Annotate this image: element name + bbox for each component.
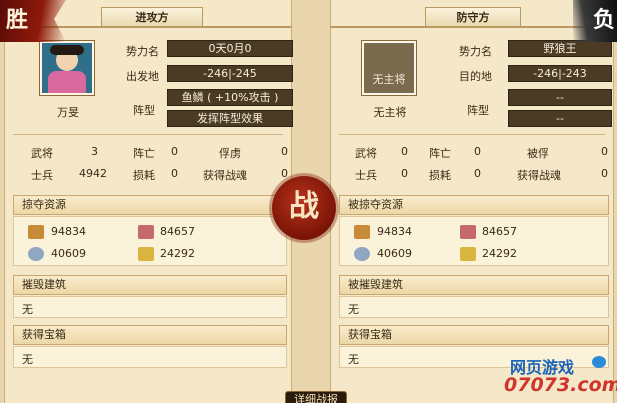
attacker-grain-value: 24292 (160, 247, 195, 260)
battle-seal-icon: 战 (272, 176, 336, 240)
attacker-buildings-header: 摧毁建筑 (13, 275, 287, 295)
attacker-captured-label: 俘虏 (219, 147, 241, 160)
attacker-loss-value: 0 (171, 167, 178, 180)
attacker-wood-value: 94834 (51, 225, 86, 238)
watermark-bottom-text: 07073.com (504, 374, 617, 396)
attacker-chests-header: 获得宝箱 (13, 325, 287, 345)
attacker-buildings-box: 无 (13, 296, 287, 318)
attacker-origin-value: -246|-245 (167, 65, 293, 82)
defender-captured-value: 0 (601, 145, 608, 158)
defender-target-value: -246|-243 (508, 65, 612, 82)
attacker-loss-label: 损耗 (133, 169, 155, 182)
attacker-formation-value: 鱼鳞 ( +10%攻击 ) (167, 89, 293, 106)
stone-icon (138, 225, 154, 239)
attacker-resources-header: 掠夺资源 (13, 195, 287, 215)
defender-portrait[interactable]: 无主将 (361, 40, 417, 96)
attacker-faction-value: 0天0月0 (167, 40, 293, 57)
defender-panel: 防守方 无主将 无主将 势力名 野狼王 目的地 -246|-243 阵型 -- … (330, 0, 614, 403)
attacker-generals-value: 3 (91, 145, 98, 158)
defender-soldiers-label: 士兵 (355, 169, 377, 182)
attacker-panel: 进攻方 万旻 势力名 0天0月0 出发地 -246|-245 阵型 鱼鳞 ( +… (4, 0, 293, 403)
defender-formation-value-2: -- (508, 110, 612, 127)
attacker-dead-value: 0 (171, 145, 178, 158)
defender-grain-value: 24292 (482, 247, 517, 260)
attacker-stone-value: 84657 (160, 225, 195, 238)
defender-target-label: 目的地 (459, 70, 492, 83)
defender-loss-value: 0 (474, 167, 481, 180)
attacker-captured-value: 0 (281, 145, 288, 158)
defender-portrait-caption: 无主将 (372, 73, 406, 86)
defender-general-name: 无主将 (373, 106, 407, 119)
attacker-resources-box: 94834 84657 40609 24292 (13, 216, 287, 266)
wood-icon (28, 225, 44, 239)
attacker-divider (13, 134, 283, 135)
defender-faction-label: 势力名 (459, 45, 492, 58)
attacker-formation-label: 阵型 (133, 104, 155, 117)
attacker-chests-box: 无 (13, 346, 287, 368)
attacker-iron-value: 40609 (51, 247, 86, 260)
attacker-general-name: 万旻 (57, 106, 79, 119)
formation-effect-button[interactable]: 发挥阵型效果 (167, 110, 293, 127)
defender-buildings-header: 被摧毁建筑 (339, 275, 609, 295)
defender-buildings-value: 无 (348, 303, 359, 316)
mascot-icon (592, 356, 606, 368)
defender-souls-label: 获得战魂 (517, 169, 561, 182)
defender-buildings-box: 无 (339, 296, 609, 318)
attacker-generals-label: 武将 (31, 147, 53, 160)
defender-divider (339, 134, 605, 135)
detailed-report-button[interactable]: 详细战报 (285, 391, 347, 403)
iron-icon (354, 247, 370, 261)
attacker-buildings-value: 无 (22, 303, 33, 316)
defender-chests-header: 获得宝箱 (339, 325, 609, 345)
stone-icon (460, 225, 476, 239)
attacker-chests-value: 无 (22, 353, 33, 366)
attacker-soldiers-label: 士兵 (31, 169, 53, 182)
defender-formation-value: -- (508, 89, 612, 106)
defender-dead-label: 阵亡 (429, 147, 451, 160)
attacker-portrait[interactable] (39, 40, 95, 96)
defender-wood-value: 94834 (377, 225, 412, 238)
iron-icon (28, 247, 44, 261)
attacker-dead-label: 阵亡 (133, 147, 155, 160)
grain-icon (138, 247, 154, 261)
defeat-banner: 负 (573, 0, 617, 42)
defender-faction-value: 野狼王 (508, 40, 612, 57)
attacker-souls-label: 获得战魂 (203, 169, 247, 182)
attacker-faction-label: 势力名 (126, 45, 159, 58)
defender-generals-label: 武将 (355, 147, 377, 160)
defender-stone-value: 84657 (482, 225, 517, 238)
attacker-soldiers-value: 4942 (79, 167, 107, 180)
defender-iron-value: 40609 (377, 247, 412, 260)
defender-souls-value: 0 (601, 167, 608, 180)
defender-resources-box: 94834 84657 40609 24292 (339, 216, 609, 266)
site-watermark-logo: 网页游戏 07073.com (500, 352, 617, 402)
defender-resources-header: 被掠夺资源 (339, 195, 609, 215)
defender-soldiers-value: 0 (401, 167, 408, 180)
attacker-origin-label: 出发地 (126, 70, 159, 83)
defender-dead-value: 0 (474, 145, 481, 158)
attacker-title-tab: 进攻方 (101, 7, 203, 27)
defender-captured-label: 被俘 (527, 147, 549, 160)
wood-icon (354, 225, 370, 239)
defender-title-tab: 防守方 (425, 7, 521, 27)
grain-icon (460, 247, 476, 261)
defender-loss-label: 损耗 (429, 169, 451, 182)
defender-header-divider (331, 26, 613, 28)
defender-formation-label: 阵型 (467, 104, 489, 117)
attacker-souls-value: 0 (281, 167, 288, 180)
defender-generals-value: 0 (401, 145, 408, 158)
defender-chests-value: 无 (348, 353, 359, 366)
